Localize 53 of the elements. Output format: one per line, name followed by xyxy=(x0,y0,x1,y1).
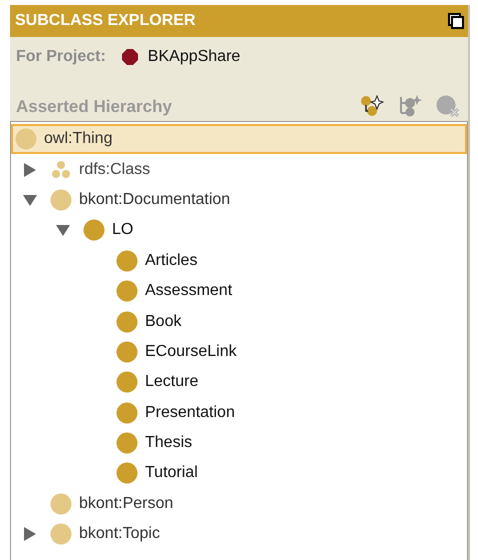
class-icon xyxy=(50,523,72,546)
tree-label: bkont:Topic xyxy=(79,525,160,544)
restore-window-icon[interactable] xyxy=(448,13,464,29)
tree-label: Thesis xyxy=(145,434,192,452)
collapse-triangle-icon[interactable] xyxy=(23,192,37,207)
tree-label: Book xyxy=(145,312,182,331)
class-icon xyxy=(116,432,138,454)
tree-label: Tutorial xyxy=(145,464,198,482)
expand-triangle-icon[interactable] xyxy=(23,162,37,177)
tree-row[interactable]: owl:Thing xyxy=(11,124,467,154)
class-icon xyxy=(15,128,37,150)
project-icon xyxy=(122,49,138,65)
tree-row[interactable]: Presentation xyxy=(11,398,467,428)
panel-title: SUBCLASS EXPLORER xyxy=(15,12,196,30)
add-subclass-icon[interactable] xyxy=(360,95,384,117)
tree-label: Articles xyxy=(145,252,198,270)
project-name: BKAppShare xyxy=(148,48,240,66)
class-icon xyxy=(116,280,138,302)
tree-row[interactable]: Articles xyxy=(11,246,467,276)
tree-row[interactable]: bkont:Documentation xyxy=(11,184,467,216)
tree-row[interactable]: bkont:Person xyxy=(11,488,467,520)
class-icon xyxy=(83,219,105,242)
class-icon xyxy=(116,402,138,424)
hierarchy-title: Asserted Hierarchy xyxy=(16,97,172,117)
class-icon xyxy=(116,340,138,363)
tree-row[interactable]: Assessment xyxy=(11,276,467,306)
class-icon xyxy=(116,310,138,333)
tree-label: Presentation xyxy=(145,404,235,422)
tree-label: owl:Thing xyxy=(44,130,112,148)
class-icon xyxy=(116,250,138,272)
tree-row[interactable]: Thesis xyxy=(11,428,467,458)
expand-triangle-icon[interactable] xyxy=(23,527,37,542)
collapse-triangle-icon[interactable] xyxy=(56,223,70,238)
tree-row[interactable]: Tutorial xyxy=(11,458,467,489)
tree-label: bkont:Person xyxy=(79,494,174,513)
tree-row[interactable]: bkont:Topic xyxy=(11,519,467,550)
tree-label: rdfs:Class xyxy=(79,160,150,179)
project-label: For Project: xyxy=(16,48,106,66)
tree-label: bkont:Documentation xyxy=(79,190,230,209)
tree-row[interactable]: LO xyxy=(11,215,467,246)
class-cluster-icon xyxy=(50,158,72,181)
tree-label: LO xyxy=(112,221,134,240)
tree-label: ECourseLink xyxy=(145,342,237,361)
class-icon xyxy=(116,462,138,484)
class-icon xyxy=(50,188,72,211)
tree-row[interactable]: ECourseLink xyxy=(11,336,467,368)
tree-label: Assessment xyxy=(145,282,232,300)
class-icon xyxy=(116,371,138,394)
class-icon xyxy=(50,492,72,515)
tree-row[interactable]: Lecture xyxy=(11,367,467,398)
tree-label: Lecture xyxy=(145,373,198,392)
tree-row[interactable]: rdfs:Class xyxy=(11,154,467,185)
tree-row[interactable]: Book xyxy=(11,306,467,337)
